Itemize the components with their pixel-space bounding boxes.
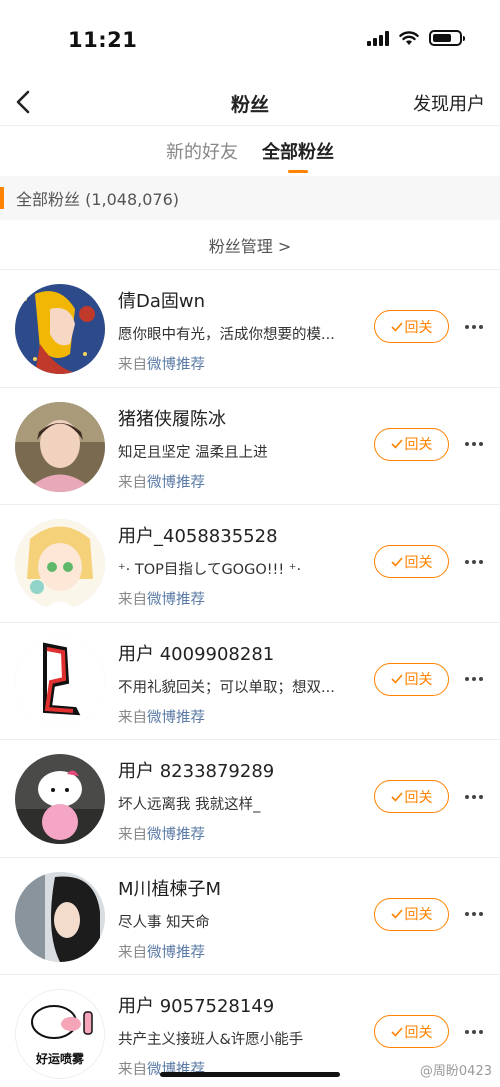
follow-back-button[interactable]: 回关 <box>374 545 449 578</box>
list-item[interactable]: 倩Da固wn 愿你眼中有光，活成你想要的模... 来自微博推荐 回关 <box>0 270 500 388</box>
more-options-icon[interactable] <box>463 663 485 696</box>
fan-bio: 知足且坚定 温柔且上进 <box>118 444 268 461</box>
follow-back-label: 回关 <box>404 672 433 688</box>
home-indicator[interactable] <box>160 1072 340 1077</box>
source-link[interactable]: 微博推荐 <box>147 710 205 726</box>
follow-back-label: 回关 <box>404 1024 433 1041</box>
list-item[interactable]: 用户 4009908281 不用礼貌回关；可以单取；想双... 来自微博推荐 回… <box>0 623 500 740</box>
follow-back-button[interactable]: 回关 <box>374 1015 449 1048</box>
fan-name[interactable]: M川植楝子M <box>118 875 221 901</box>
source-prefix: 来自 <box>118 709 147 726</box>
fan-source: 来自微博推荐 <box>118 941 205 962</box>
status-icons <box>367 30 465 46</box>
source-link[interactable]: 微博推荐 <box>147 357 205 373</box>
more-options-icon[interactable] <box>463 780 485 813</box>
follow-back-button[interactable]: 回关 <box>374 310 449 343</box>
avatar-caption: 好运喷雾 <box>35 1052 84 1066</box>
fan-bio: ⁺· TOP目指してGOGO!!! ⁺· <box>118 562 302 578</box>
fan-name[interactable]: 倩Da固wn <box>118 287 205 313</box>
fan-management-label: 粉丝管理 > <box>208 236 292 256</box>
signal-icon <box>367 30 389 46</box>
tab-bar: 新的好友 全部粉丝 <box>0 126 500 176</box>
avatar[interactable] <box>15 871 105 962</box>
tab-all-fans[interactable]: 全部粉丝 <box>262 126 334 176</box>
source-link[interactable]: 微博推荐 <box>147 592 205 608</box>
source-link[interactable]: 微博推荐 <box>147 475 205 491</box>
avatar[interactable]: 好运喷雾 <box>15 989 105 1079</box>
source-prefix: 来自 <box>118 592 147 608</box>
fan-name[interactable]: 用户 9057528149 <box>118 992 274 1018</box>
more-options-icon[interactable] <box>463 428 485 461</box>
avatar[interactable] <box>15 636 105 727</box>
follow-back-label: 回关 <box>404 554 433 571</box>
follow-back-button[interactable]: 回关 <box>374 662 449 696</box>
list-item[interactable]: 用户 8233879289 坏人远离我 我就这样_ 来自微博推荐 回关 <box>0 740 500 858</box>
fan-bio: 共产主义接班人&许愿小能手 <box>118 1032 304 1048</box>
fan-source: 来自微博推荐 <box>118 471 205 492</box>
fan-list: 倩Da固wn 愿你眼中有光，活成你想要的模... 来自微博推荐 回关 猪猪侠履陈… <box>0 270 500 1087</box>
fan-bio: 尽人事 知天命 <box>118 914 210 931</box>
check-icon <box>390 791 403 802</box>
source-prefix: 来自 <box>118 1062 147 1078</box>
fan-count-label: 全部粉丝 (1,048,076) <box>16 190 180 209</box>
follow-back-label: 回关 <box>404 907 433 923</box>
fan-name[interactable]: 用户 4009908281 <box>118 640 274 666</box>
battery-icon <box>429 30 465 46</box>
fan-name[interactable]: 用户_4058835528 <box>118 522 278 548</box>
fan-bio: 不用礼貌回关；可以单取；想双... <box>118 679 335 696</box>
check-icon <box>390 909 403 919</box>
source-link[interactable]: 微博推荐 <box>147 827 205 843</box>
fan-name[interactable]: 用户 8233879289 <box>118 757 274 783</box>
list-item[interactable]: 用户_4058835528 ⁺· TOP目指してGOGO!!! ⁺· 来自微博推… <box>0 505 500 623</box>
check-icon <box>390 1026 403 1037</box>
more-options-icon[interactable] <box>463 898 485 931</box>
check-icon <box>390 321 403 332</box>
avatar[interactable] <box>15 519 105 609</box>
fan-name[interactable]: 猪猪侠履陈冰 <box>118 405 226 431</box>
fan-source: 来自微博推荐 <box>118 706 205 727</box>
tab-label: 新的好友 <box>166 142 238 163</box>
follow-back-label: 回关 <box>404 789 433 806</box>
source-prefix: 来自 <box>118 944 147 961</box>
fan-source: 来自微博推荐 <box>118 823 205 844</box>
fan-bio: 坏人远离我 我就这样_ <box>118 797 261 813</box>
source-prefix: 来自 <box>118 474 147 491</box>
more-options-icon[interactable] <box>463 545 485 578</box>
fan-source: 来自微博推荐 <box>118 588 205 609</box>
source-prefix: 来自 <box>118 827 147 843</box>
follow-back-button[interactable]: 回关 <box>374 897 449 931</box>
fan-management-button[interactable]: 粉丝管理 > <box>0 220 500 270</box>
check-icon <box>390 439 403 449</box>
more-options-icon[interactable] <box>463 310 485 343</box>
status-time: 11:21 <box>68 28 138 52</box>
follow-back-label: 回关 <box>404 437 433 453</box>
status-bar: 11:21 <box>0 0 500 82</box>
section-accent-bar <box>0 187 4 209</box>
follow-back-button[interactable]: 回关 <box>374 780 449 813</box>
nav-bar: 粉丝 发现用户 <box>0 82 500 126</box>
active-tab-indicator <box>288 170 308 173</box>
list-item[interactable]: M川植楝子M 尽人事 知天命 来自微博推荐 回关 <box>0 858 500 975</box>
discover-users-button[interactable]: 发现用户 <box>413 90 485 116</box>
fan-source: 来自微博推荐 <box>118 353 205 374</box>
watermark: @周盼0423 <box>419 1064 492 1079</box>
fan-bio: 愿你眼中有光，活成你想要的模... <box>118 327 335 343</box>
avatar[interactable] <box>15 401 105 492</box>
tab-label: 全部粉丝 <box>262 142 334 163</box>
source-prefix: 来自 <box>118 357 147 373</box>
section-header: 全部粉丝 (1,048,076) <box>0 176 500 220</box>
wifi-icon <box>399 30 419 45</box>
more-options-icon[interactable] <box>463 1015 485 1048</box>
follow-back-button[interactable]: 回关 <box>374 427 449 461</box>
follow-back-label: 回关 <box>404 319 433 336</box>
avatar[interactable] <box>15 284 105 374</box>
list-item[interactable]: 猪猪侠履陈冰 知足且坚定 温柔且上进 来自微博推荐 回关 <box>0 388 500 505</box>
tab-new-friends[interactable]: 新的好友 <box>166 126 238 176</box>
avatar[interactable] <box>15 754 105 844</box>
check-icon <box>390 556 403 567</box>
check-icon <box>390 674 403 684</box>
source-link[interactable]: 微博推荐 <box>147 945 205 961</box>
